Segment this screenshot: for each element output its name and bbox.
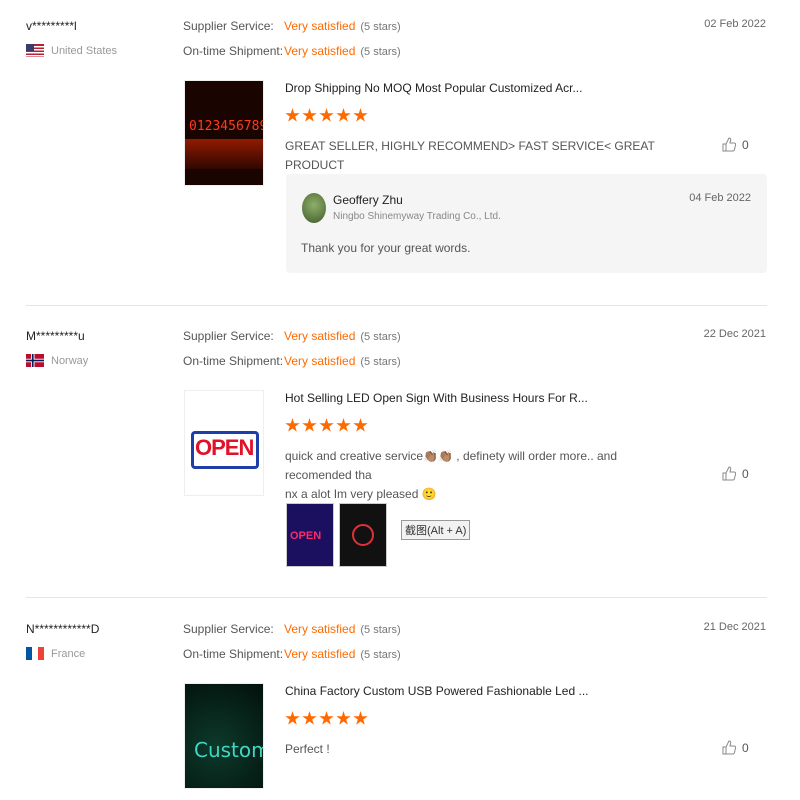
reviewer-name: v*********l <box>26 19 77 33</box>
seller-reply: Geoffery Zhu Ningbo Shinemyway Trading C… <box>286 174 767 273</box>
shipment-value: Very satisfied (5 stars) <box>284 354 401 368</box>
star-icon <box>285 711 300 725</box>
star-icon <box>285 108 300 122</box>
country-label: Norway <box>51 354 89 367</box>
reply-date: 04 Feb 2022 <box>689 192 751 204</box>
avatar <box>302 193 326 223</box>
supplier-service-label: Supplier Service: <box>183 329 274 343</box>
star-icon <box>302 711 317 725</box>
product-title-link[interactable]: Drop Shipping No MOQ Most Popular Custom… <box>285 81 582 95</box>
divider <box>26 305 767 306</box>
star-rating <box>285 711 368 726</box>
review-date: 02 Feb 2022 <box>704 18 766 30</box>
thumbs-up-icon <box>722 740 736 755</box>
reply-author: Geoffery Zhu <box>333 193 403 207</box>
shipment-label: On-time Shipment: <box>183 354 284 368</box>
star-icon <box>353 711 368 725</box>
review-photo[interactable] <box>339 503 387 567</box>
star-icon <box>336 711 351 725</box>
like-button[interactable]: 0 <box>722 137 749 152</box>
reviewer-country: Norway <box>26 354 88 367</box>
like-button[interactable]: 0 <box>722 740 749 755</box>
country-label: United States <box>51 44 118 57</box>
thumbnail-neon-text: Custom <box>194 738 264 762</box>
star-icon <box>319 418 334 432</box>
france-flag-icon <box>26 647 44 660</box>
supplier-service-label: Supplier Service: <box>183 622 274 636</box>
supplier-service-value: Very satisfied (5 stars) <box>284 329 401 343</box>
us-flag-icon <box>26 44 44 57</box>
reply-text: Thank you for your great words. <box>301 241 471 255</box>
photo-neon-text: OPEN <box>290 530 322 542</box>
review-photo[interactable]: OPEN <box>286 503 334 567</box>
thumbs-up-icon <box>722 466 736 481</box>
star-icon <box>285 418 300 432</box>
norway-flag-icon <box>26 354 44 367</box>
review-comment: Perfect ! <box>285 742 330 756</box>
divider <box>26 597 767 598</box>
star-icon <box>353 418 368 432</box>
like-count: 0 <box>742 466 749 481</box>
star-icon <box>353 108 368 122</box>
reviewer-country: United States <box>26 44 117 57</box>
reply-company: Ningbo Shinemyway Trading Co., Ltd. <box>333 211 501 222</box>
star-icon <box>302 108 317 122</box>
product-thumbnail[interactable]: 0123456789 <box>184 80 264 186</box>
reviewer-name: M*********u <box>26 329 85 343</box>
product-thumbnail[interactable]: Custom <box>184 683 264 789</box>
screenshot-tooltip: 截图(Alt + A) <box>401 520 471 540</box>
like-count: 0 <box>742 740 749 755</box>
star-rating <box>285 418 368 433</box>
thumbs-up-icon <box>722 137 736 152</box>
star-icon <box>302 418 317 432</box>
shipment-value: Very satisfied (5 stars) <box>284 44 401 58</box>
supplier-service-value: Very satisfied (5 stars) <box>284 622 401 636</box>
like-button[interactable]: 0 <box>722 466 749 481</box>
star-rating <box>285 108 368 123</box>
shipment-value: Very satisfied (5 stars) <box>284 647 401 661</box>
supplier-service-label: Supplier Service: <box>183 19 274 33</box>
star-icon <box>319 711 334 725</box>
reviewer-name: N************D <box>26 622 100 636</box>
product-title-link[interactable]: Hot Selling LED Open Sign With Business … <box>285 391 588 405</box>
star-icon <box>319 108 334 122</box>
comment-line: quick and creative service👏🏽👏🏽 , definet… <box>285 449 618 482</box>
star-icon <box>336 418 351 432</box>
country-label: France <box>51 647 86 660</box>
shipment-label: On-time Shipment: <box>183 647 284 661</box>
review-comment: GREAT SELLER, HIGHLY RECOMMEND> FAST SER… <box>285 139 655 172</box>
comment-line: nx a alot Im very pleased 🙂 <box>285 487 437 501</box>
star-icon <box>336 108 351 122</box>
product-title-link[interactable]: China Factory Custom USB Powered Fashion… <box>285 684 588 698</box>
supplier-service-value: Very satisfied (5 stars) <box>284 19 401 33</box>
review-date: 21 Dec 2021 <box>703 621 766 633</box>
review-date: 22 Dec 2021 <box>703 328 766 340</box>
like-count: 0 <box>742 137 749 152</box>
thumbnail-neon-text: 0123456789 <box>189 119 264 134</box>
reviewer-country: France <box>26 647 85 660</box>
review-comment: quick and creative service👏🏽👏🏽 , definet… <box>285 447 685 504</box>
shipment-label: On-time Shipment: <box>183 44 284 58</box>
product-thumbnail[interactable]: OPEN <box>184 390 264 496</box>
thumbnail-neon-text: OPEN <box>195 435 254 460</box>
